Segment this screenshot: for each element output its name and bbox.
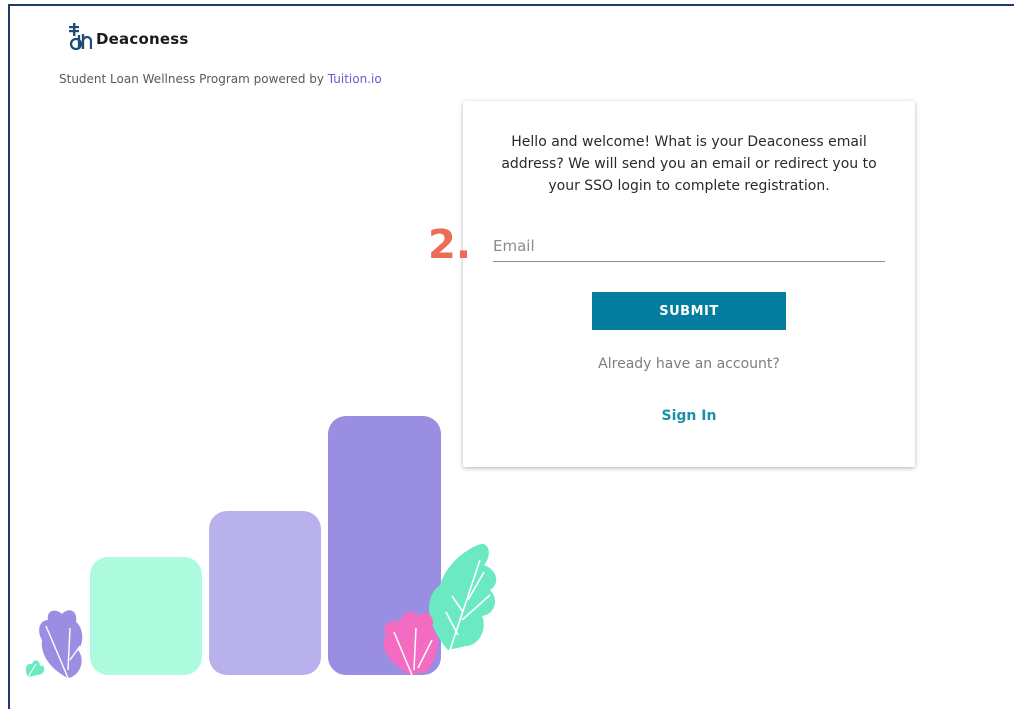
tagline: Student Loan Wellness Program powered by… — [59, 72, 382, 86]
sign-in-link[interactable]: Sign In — [463, 408, 915, 424]
leaf-icon — [25, 660, 45, 678]
already-have-account-text: Already have an account? — [598, 356, 780, 372]
step-marker: 2. — [428, 222, 472, 268]
bar-chart-illustration — [25, 416, 497, 679]
tuition-io-link[interactable]: Tuition.io — [328, 72, 382, 86]
brand-name: Deaconess — [96, 30, 189, 48]
dh-monogram-icon — [69, 23, 92, 50]
tagline-text: Student Loan Wellness Program powered by — [59, 72, 328, 86]
email-field[interactable] — [493, 228, 885, 262]
brand-logo[interactable]: Deaconess — [68, 22, 188, 50]
submit-button[interactable]: SUBMIT — [592, 292, 786, 330]
lavender-bar — [209, 511, 321, 675]
mint-bar — [90, 557, 202, 675]
email-input[interactable] — [493, 228, 885, 260]
leaf-icon — [39, 610, 83, 679]
welcome-message: Hello and welcome! What is your Deacones… — [501, 134, 877, 194]
